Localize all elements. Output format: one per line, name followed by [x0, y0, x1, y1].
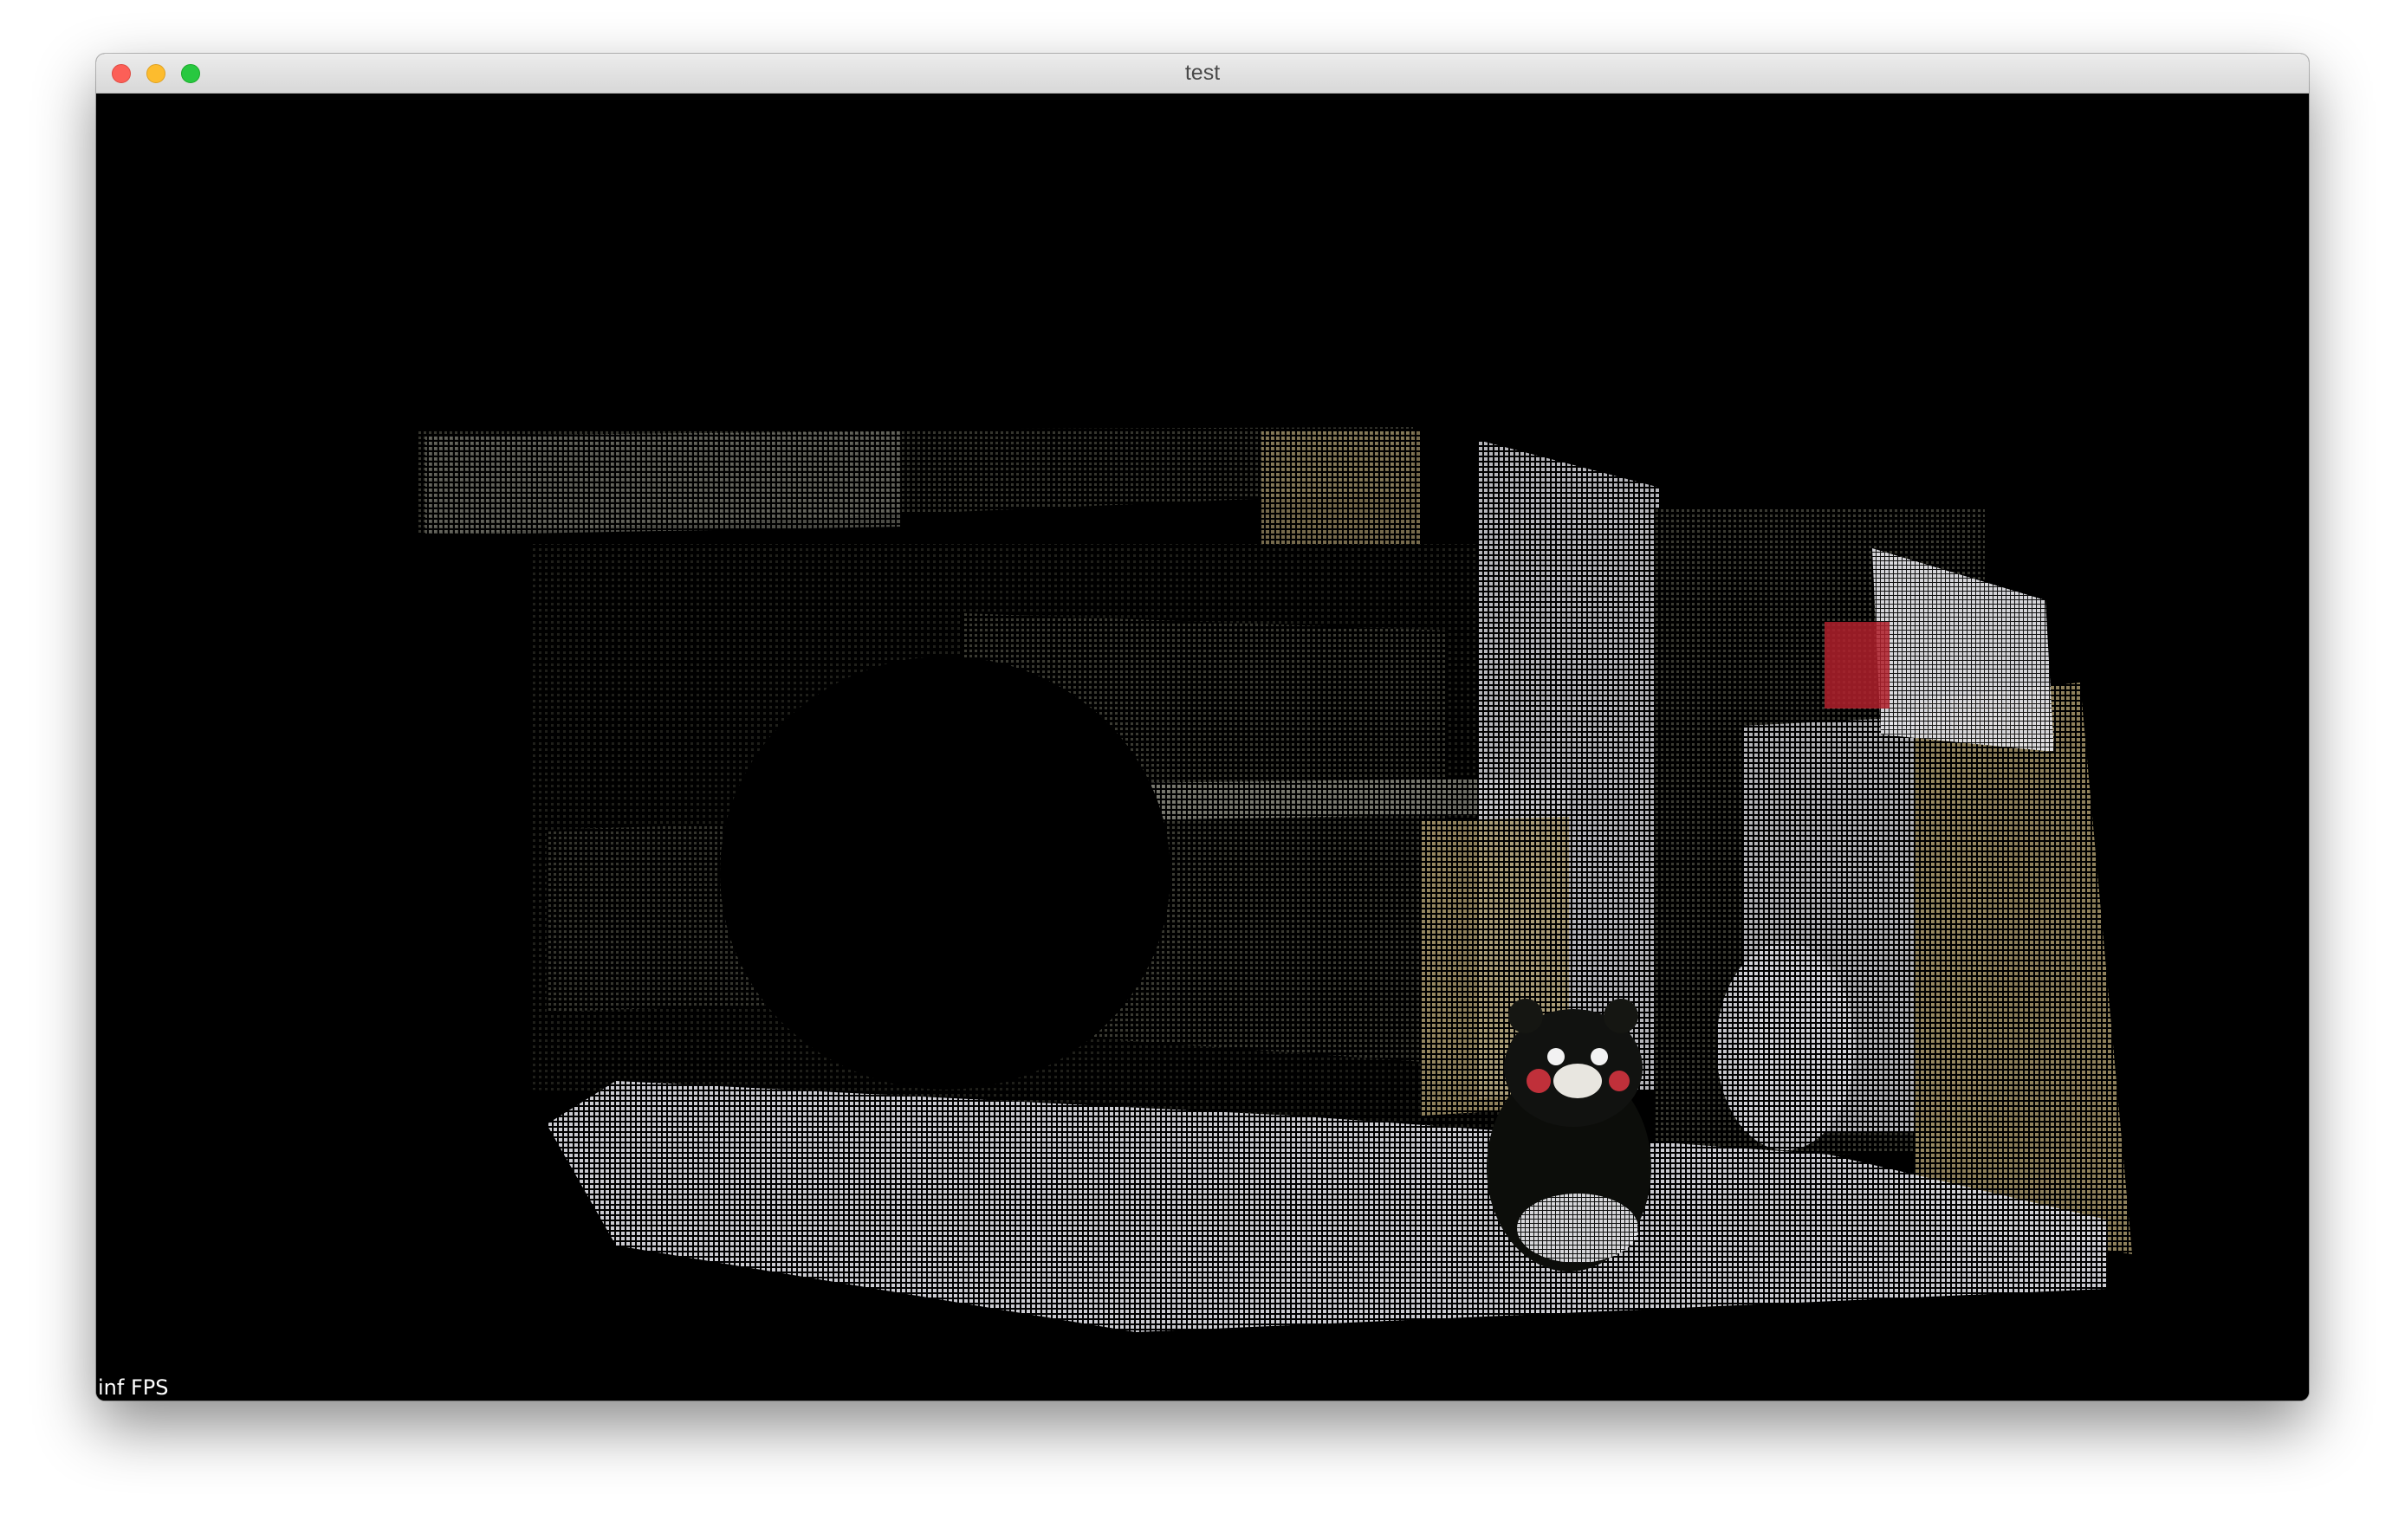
bear-muzzle [1553, 1064, 1602, 1098]
upper-shelf-bright-points [425, 431, 902, 535]
bear-cheek-left [1527, 1069, 1551, 1093]
app-window: test inf FPS [96, 54, 2309, 1401]
bear-eye-right [1591, 1048, 1608, 1065]
window-title: test [1184, 61, 1221, 85]
wall-poster-points [1261, 431, 1422, 561]
point-cloud-render[interactable] [96, 94, 2309, 1401]
chair-silhouette [720, 657, 1170, 1090]
3d-viewport[interactable]: inf FPS [96, 94, 2309, 1401]
bear-ear-right [1604, 999, 1638, 1033]
bear-eye-left [1547, 1048, 1565, 1065]
red-object-points [1825, 622, 1890, 709]
bright-window-points [1872, 548, 2054, 752]
title-bar[interactable]: test [96, 54, 2309, 94]
fps-counter: inf FPS [98, 1375, 169, 1400]
trash-can-points [1716, 942, 1855, 1150]
bear-cheek-right [1609, 1071, 1630, 1091]
bookshelf-points [1916, 683, 2132, 1254]
bear-ear-left [1508, 999, 1543, 1033]
bear-belly-points [1517, 1194, 1638, 1263]
